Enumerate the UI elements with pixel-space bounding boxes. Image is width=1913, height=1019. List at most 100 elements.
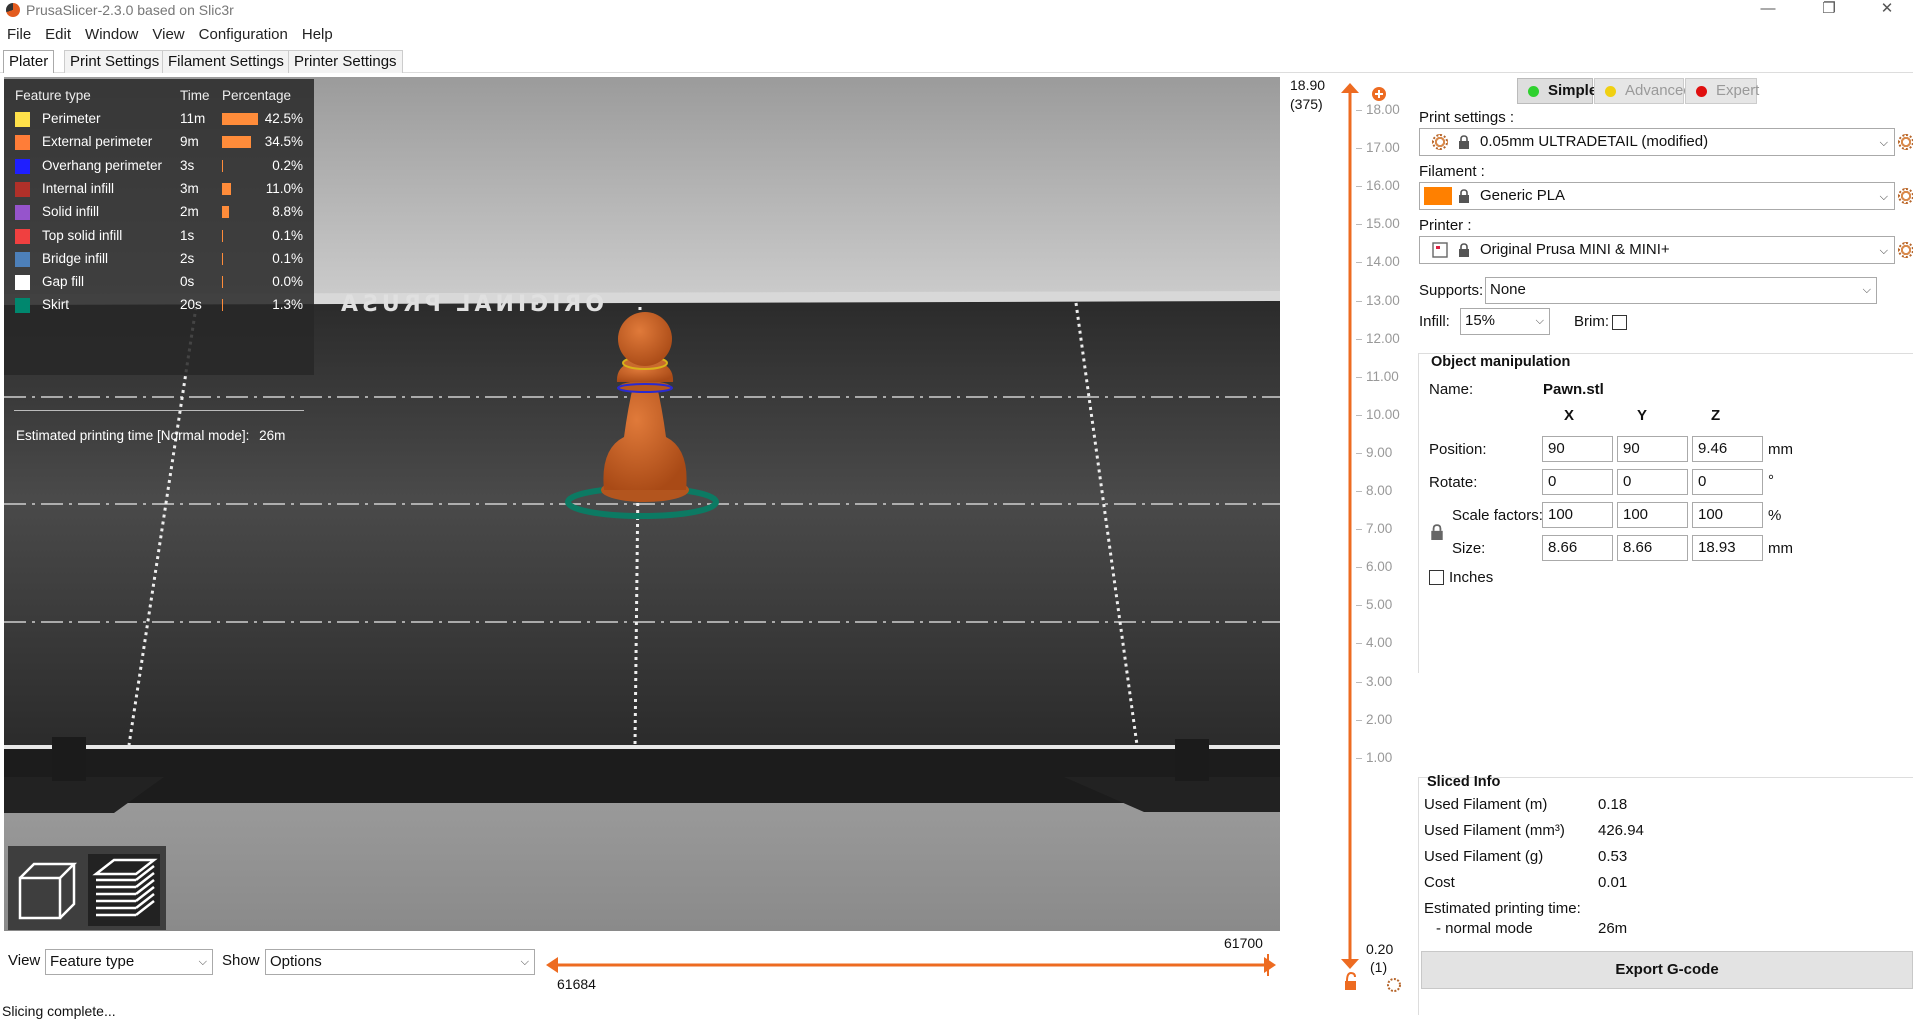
unlock-icon — [1345, 981, 1356, 990]
legend-color-swatch — [15, 205, 30, 221]
slider-thumb-down-icon — [1341, 959, 1359, 969]
rotate-z-input[interactable]: 0 — [1692, 469, 1763, 495]
legend-bar-track — [222, 206, 262, 219]
size-x-input[interactable]: 8.66 — [1542, 535, 1613, 561]
print-settings-gear-icon[interactable] — [1898, 134, 1913, 150]
legend-bar-track — [222, 276, 262, 289]
legend-row[interactable]: Bridge infill 2s 0.1% — [4, 248, 314, 271]
legend-color-swatch — [15, 135, 30, 151]
scale-lock-icon[interactable] — [1430, 524, 1444, 540]
legend-bar-track — [222, 182, 262, 195]
infill-label: Infill: — [1419, 313, 1450, 330]
printer-gear-icon[interactable] — [1898, 242, 1913, 258]
estimated-time-label: Estimated printing time: — [1424, 900, 1581, 917]
menu-edit[interactable]: Edit — [38, 24, 78, 46]
filament-value: Generic PLA — [1480, 187, 1566, 204]
cube-icon — [18, 862, 78, 920]
lock-icon — [1459, 135, 1469, 149]
filament-select[interactable]: Generic PLA ⌵ — [1419, 182, 1895, 210]
legend-bar-track — [222, 113, 262, 125]
position-x-input[interactable]: 90 — [1542, 436, 1613, 462]
rotate-y-input[interactable]: 0 — [1617, 469, 1688, 495]
show-options-value: Options — [270, 953, 322, 970]
legend-color-swatch — [15, 228, 30, 244]
show-options-select[interactable]: Options ⌵ — [265, 949, 535, 975]
3d-view-button[interactable] — [12, 854, 84, 926]
legend-row[interactable]: Gap fill 0s 0.0% — [4, 271, 314, 294]
tab-plater[interactable]: Plater — [3, 50, 55, 73]
legend-feature-time: 2s — [180, 250, 195, 266]
inches-checkbox[interactable] — [1429, 570, 1444, 585]
horizontal-gcode-slider[interactable] — [546, 952, 1276, 978]
size-y-input[interactable]: 8.66 — [1617, 535, 1688, 561]
mode-advanced-button[interactable]: Advanced — [1594, 78, 1692, 104]
tab-print-settings[interactable]: Print Settings — [64, 50, 166, 73]
position-y-input[interactable]: 90 — [1617, 436, 1688, 462]
tab-printer-settings[interactable]: Printer Settings — [288, 50, 403, 73]
menu-file[interactable]: File — [0, 24, 38, 46]
lock-icon — [1459, 189, 1469, 203]
printer-select[interactable]: Original Prusa MINI & MINI+ ⌵ — [1419, 236, 1895, 264]
legend-color-swatch — [15, 251, 30, 267]
used-filament-mm3-value: 426.94 — [1598, 822, 1644, 839]
supports-select[interactable]: None ⌵ — [1485, 277, 1877, 304]
menu-configuration[interactable]: Configuration — [192, 24, 295, 46]
menu-window[interactable]: Window — [78, 24, 145, 46]
legend-feature-name: Skirt — [42, 297, 69, 313]
brim-label: Brim: — [1574, 313, 1609, 330]
menu-help[interactable]: Help — [295, 24, 340, 46]
menu-view[interactable]: View — [145, 24, 191, 46]
chevron-down-icon: ⌵ — [1879, 137, 1888, 149]
chevron-down-icon: ⌵ — [1535, 315, 1544, 327]
sliced-info-title: Sliced Info — [1427, 774, 1501, 790]
filament-color-swatch[interactable] — [1424, 187, 1452, 205]
mode-simple-button[interactable]: Simple — [1517, 78, 1597, 104]
legend-percentage-bar — [222, 206, 230, 219]
legend-percentage-bar — [222, 252, 223, 265]
legend-row[interactable]: External perimeter 9m 34.5% — [4, 131, 314, 154]
position-z-input[interactable]: 9.46 — [1692, 436, 1763, 462]
legend-row[interactable]: Skirt 20s 1.3% — [4, 294, 314, 317]
export-gcode-button[interactable]: Export G-code — [1421, 951, 1913, 989]
scale-z-input[interactable]: 100 — [1692, 502, 1763, 528]
vertical-slider-track[interactable] — [1332, 83, 1412, 999]
mode-expert-button[interactable]: Expert — [1685, 78, 1759, 104]
scale-y-input[interactable]: 100 — [1617, 502, 1688, 528]
brim-checkbox[interactable] — [1612, 315, 1627, 330]
legend-percentage-bar — [222, 113, 258, 125]
view-type-select[interactable]: Feature type ⌵ — [45, 949, 213, 975]
view-type-value: Feature type — [50, 953, 135, 970]
chevron-down-icon: ⌵ — [1879, 191, 1888, 203]
legend-row[interactable]: Solid infill 2m 8.8% — [4, 201, 314, 224]
normal-mode-value: 26m — [1598, 920, 1628, 937]
legend-row[interactable]: Top solid infill 1s 0.1% — [4, 225, 314, 248]
size-label: Size: — [1452, 540, 1486, 557]
green-dot-icon — [1528, 86, 1539, 97]
tab-filament-settings[interactable]: Filament Settings — [162, 50, 290, 73]
preview-layers-button[interactable] — [88, 854, 160, 926]
minimize-button[interactable]: — — [1745, 0, 1791, 22]
legend-percentage-bar — [222, 159, 223, 172]
mode-simple-label: Simple — [1548, 82, 1598, 99]
infill-select[interactable]: 15% ⌵ — [1460, 308, 1550, 335]
size-z-input[interactable]: 18.93 — [1692, 535, 1763, 561]
sidebar-panel: Simple Advanced Expert Print settings : … — [1412, 77, 1913, 1017]
vertical-layer-slider[interactable]: 18.90 (375) 18.00 17.00 16.00 15.00 14.00 13.… — [1282, 77, 1412, 1002]
legend-bar-track — [222, 159, 262, 172]
position-label: Position: — [1429, 441, 1487, 458]
restore-button[interactable]: ❐ — [1806, 0, 1852, 22]
print-settings-label: Print settings : — [1419, 109, 1515, 126]
filament-gear-icon[interactable] — [1898, 188, 1913, 204]
close-button[interactable]: ✕ — [1864, 0, 1910, 22]
print-settings-select[interactable]: 0.05mm ULTRADETAIL (modified) ⌵ — [1419, 128, 1895, 156]
object-name-label: Name: — [1429, 381, 1474, 398]
legend-feature-name: Perimeter — [42, 111, 101, 126]
legend-row[interactable]: Perimeter 11m 42.5% — [4, 108, 314, 131]
scale-x-input[interactable]: 100 — [1542, 502, 1613, 528]
rotate-x-input[interactable]: 0 — [1542, 469, 1613, 495]
chevron-down-icon: ⌵ — [520, 956, 529, 968]
legend-row[interactable]: Overhang perimeter 3s 0.2% — [4, 155, 314, 178]
supports-value: None — [1490, 281, 1526, 298]
legend-feature-name: Bridge infill — [42, 250, 109, 266]
legend-row[interactable]: Internal infill 3m 11.0% — [4, 178, 314, 201]
